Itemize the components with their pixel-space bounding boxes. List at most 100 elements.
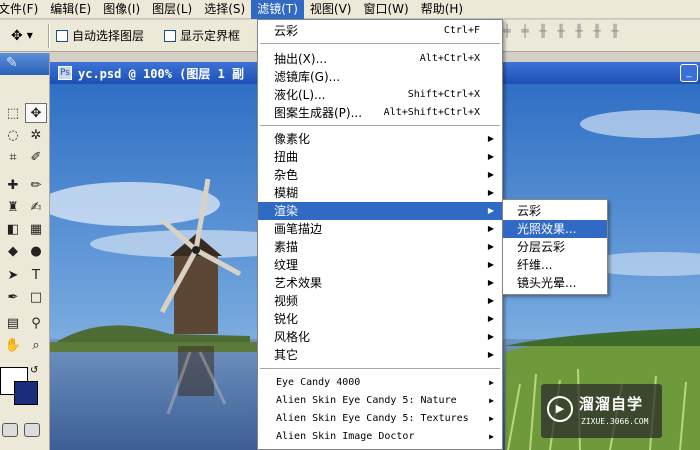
menu-item-pattern-maker[interactable]: 图案生成器(P)... Alt+Shift+Ctrl+X [258,104,502,122]
menu-item-label: 渲染 [274,204,299,218]
menu-filter[interactable]: 滤镜(T) [251,0,304,19]
submenu-item-difference-clouds[interactable]: 分层云彩 [503,238,607,256]
document-title: yc.psd @ 100% (图层 1 副 [78,66,245,81]
brush-tool-icon[interactable]: ✏ [25,175,47,195]
clone-stamp-tool-icon[interactable]: ♜ [2,197,24,217]
menu-item-label: 模糊 [274,186,299,200]
menu-image[interactable]: 图像(I) [97,0,146,19]
distribute-icon[interactable]: ╫ [554,24,568,38]
slice-tool-icon[interactable]: ✐ [25,147,47,167]
menu-item-distort[interactable]: 扭曲 ▶ [258,148,502,166]
lasso-tool-icon[interactable]: ◌ [2,125,24,145]
menu-item-label: 艺术效果 [274,276,323,290]
menu-item-noise[interactable]: 杂色 ▶ [258,166,502,184]
shape-tool-icon[interactable]: □ [25,287,47,307]
menu-bar: 文件(F) 编辑(E) 图像(I) 图层(L) 选择(S) 滤镜(T) 视图(V… [0,0,700,19]
menu-help[interactable]: 帮助(H) [415,0,469,19]
submenu-item-fibers[interactable]: 纤维... [503,256,607,274]
quick-mask-mode-icon[interactable] [24,423,40,437]
move-tool-icon[interactable]: ✥ [25,103,47,123]
zoom-tool-icon[interactable]: ⌕ [25,335,47,355]
show-bounding-box-checkbox[interactable]: 显示定界框 [164,27,240,44]
submenu-arrow-icon: ▶ [487,260,494,269]
submenu-arrow-icon: ▶ [487,170,494,179]
menu-item-eye-candy-5-textures[interactable]: Alien Skin Eye Candy 5: Textures ▶ [258,410,502,428]
menu-item-pixelate[interactable]: 像素化 ▶ [258,130,502,148]
menu-item-sketch[interactable]: 素描 ▶ [258,238,502,256]
minimize-button[interactable]: _ [680,64,698,82]
gradient-tool-icon[interactable]: ▦ [25,219,47,239]
notes-tool-icon[interactable]: ▤ [2,313,24,333]
menu-item-render[interactable]: 渲染 ▶ [258,202,502,220]
submenu-item-lighting-effects[interactable]: 光照效果... [503,220,607,238]
menu-item-artistic[interactable]: 艺术效果 ▶ [258,274,502,292]
watermark-title: 溜溜自学 [579,395,644,413]
checkbox-box[interactable] [56,29,68,42]
menu-item-video[interactable]: 视频 ▶ [258,292,502,310]
psd-document-icon: Ps [58,66,72,80]
submenu-item-clouds[interactable]: 云彩 [503,202,607,220]
menu-item-liquify[interactable]: 液化(L)... Shift+Ctrl+X [258,86,502,104]
checkbox-box[interactable] [164,29,177,42]
dodge-tool-icon[interactable]: ● [25,241,47,261]
menu-item-texture[interactable]: 纹理 ▶ [258,256,502,274]
menu-file[interactable]: 文件(F) [0,0,44,19]
blur-tool-icon[interactable]: ◆ [2,241,24,261]
menu-edit[interactable]: 编辑(E) [44,0,97,19]
menu-item-stylize[interactable]: 风格化 ▶ [258,328,502,346]
marquee-tool-icon[interactable]: ⬚ [2,103,24,123]
menu-item-clouds-last[interactable]: 云彩 Ctrl+F [258,22,502,40]
distribute-icon[interactable]: ╫ [572,24,586,38]
distribute-icon[interactable]: ╫ [590,24,604,38]
pen-tool-icon[interactable]: ✒ [2,287,24,307]
menu-item-label: Alien Skin Image Doctor [276,431,415,442]
menu-item-label: 像素化 [274,132,311,146]
menu-separator [260,43,500,45]
menu-item-filter-gallery[interactable]: 滤镜库(G)... [258,68,502,86]
submenu-arrow-icon: ▶ [487,224,494,233]
menu-item-brush-strokes[interactable]: 画笔描边 ▶ [258,220,502,238]
menu-item-image-doctor[interactable]: Alien Skin Image Doctor ▶ [258,428,502,446]
submenu-arrow-icon: ▶ [487,296,494,305]
magic-wand-tool-icon[interactable]: ✲ [25,125,47,145]
swap-colors-icon[interactable]: ↺ [30,365,38,376]
distribute-buttons: ╪ ╪ ╫ ╫ ╫ ╫ ╫ [500,24,622,38]
background-color-swatch[interactable] [14,381,38,405]
move-tool-preset[interactable]: ✥ ▼ [2,23,42,49]
standard-mode-icon[interactable] [2,423,18,437]
menu-view[interactable]: 视图(V) [304,0,358,19]
crop-tool-icon[interactable]: ⌗ [2,147,24,167]
eraser-tool-icon[interactable]: ◧ [2,219,24,239]
menu-item-other[interactable]: 其它 ▶ [258,346,502,364]
menu-item-sharpen[interactable]: 锐化 ▶ [258,310,502,328]
menu-item-label: 其它 [274,348,299,362]
submenu-arrow-icon: ▶ [487,350,494,359]
menu-separator [260,125,500,127]
menu-item-label: Alien Skin Eye Candy 5: Nature [276,395,457,406]
distribute-icon[interactable]: ╫ [536,24,550,38]
type-tool-icon[interactable]: T [25,265,47,285]
menu-item-label: 视频 [274,294,299,308]
menu-item-eye-candy-5-nature[interactable]: Alien Skin Eye Candy 5: Nature ▶ [258,392,502,410]
menu-item-label: 滤镜库(G)... [274,70,341,84]
path-selection-tool-icon[interactable]: ➤ [2,265,24,285]
distribute-icon[interactable]: ╫ [608,24,622,38]
menu-item-extract[interactable]: 抽出(X)... Alt+Ctrl+X [258,50,502,68]
history-brush-tool-icon[interactable]: ✍ [25,197,47,217]
healing-brush-tool-icon[interactable]: ✚ [2,175,24,195]
submenu-arrow-icon: ▶ [487,188,494,197]
submenu-arrow-icon: ▶ [489,378,494,387]
render-submenu: 云彩 光照效果... 分层云彩 纤维... 镜头光晕... [502,199,608,295]
distribute-icon[interactable]: ╪ [518,24,532,38]
menu-select[interactable]: 选择(S) [198,0,251,19]
auto-select-layer-checkbox[interactable]: 自动选择图层 [56,27,144,44]
submenu-arrow-icon: ▶ [489,432,494,441]
menu-window[interactable]: 窗口(W) [357,0,414,19]
menu-item-blur[interactable]: 模糊 ▶ [258,184,502,202]
submenu-arrow-icon: ▶ [487,278,494,287]
submenu-item-lens-flare[interactable]: 镜头光晕... [503,274,607,292]
menu-layer[interactable]: 图层(L) [146,0,198,19]
hand-tool-icon[interactable]: ✋ [2,335,24,355]
eyedropper-tool-icon[interactable]: ⚲ [25,313,47,333]
menu-item-eye-candy-4000[interactable]: Eye Candy 4000 ▶ [258,374,502,392]
